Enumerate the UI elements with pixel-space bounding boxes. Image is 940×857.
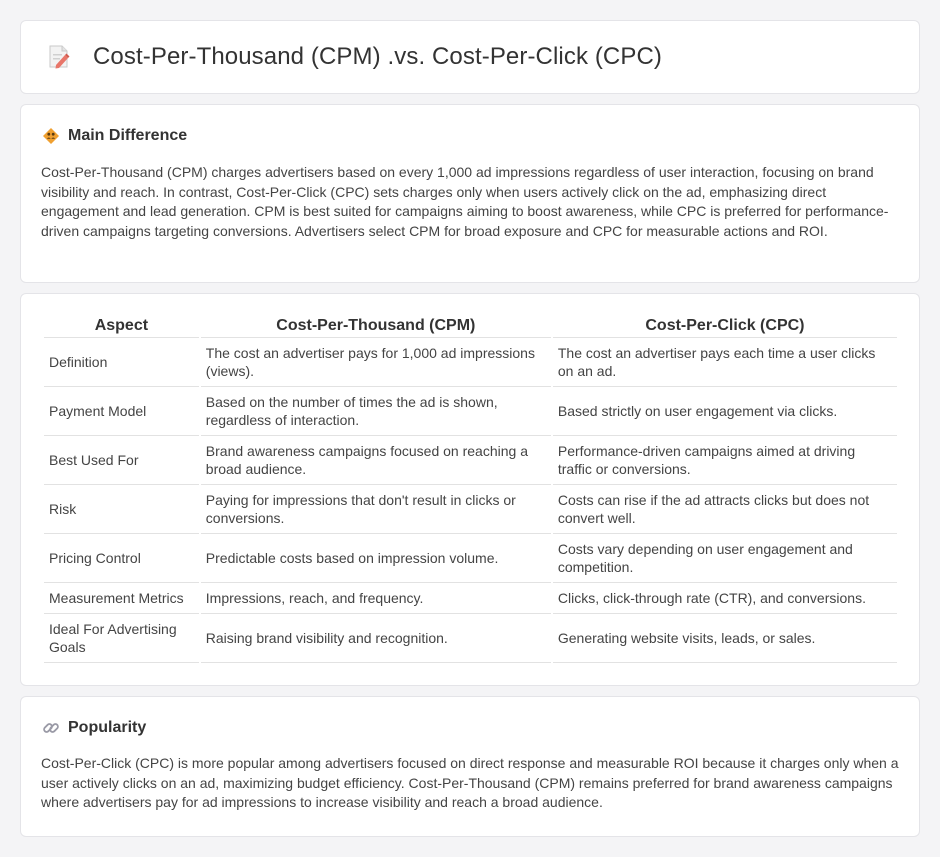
main-difference-text: Cost-Per-Thousand (CPM) charges advertis… <box>41 164 889 239</box>
document-pencil-icon <box>49 45 70 69</box>
cpm-cell: Brand awareness campaigns focused on rea… <box>200 436 551 485</box>
main-difference-header: Main Difference <box>42 127 919 145</box>
cpc-cell: Costs vary depending on user engagement … <box>552 534 897 583</box>
aspect-cell: Measurement Metrics <box>44 583 199 614</box>
cpc-cell: Performance-driven campaigns aimed at dr… <box>552 436 897 485</box>
cpm-cell: Raising brand visibility and recognition… <box>200 614 551 663</box>
header-cpc: Cost-Per-Click (CPC) <box>552 316 897 338</box>
table-row: Definition The cost an advertiser pays f… <box>44 338 897 387</box>
title-card: Cost-Per-Thousand (CPM) .vs. Cost-Per-Cl… <box>20 20 920 94</box>
header-cpm: Cost-Per-Thousand (CPM) <box>200 316 551 338</box>
table-row: Risk Paying for impressions that don't r… <box>44 485 897 534</box>
cpc-cell: The cost an advertiser pays each time a … <box>552 338 897 387</box>
cpc-cell: Clicks, click-through rate (CTR), and co… <box>552 583 897 614</box>
cpm-cell: Predictable costs based on impression vo… <box>200 534 551 583</box>
aspect-cell: Risk <box>44 485 199 534</box>
main-difference-card: Main Difference Cost-Per-Thousand (CPM) … <box>20 104 920 283</box>
cpm-cell: Paying for impressions that don't result… <box>200 485 551 534</box>
diamond-people-icon <box>43 128 59 144</box>
table-row: Measurement Metrics Impressions, reach, … <box>44 583 897 614</box>
cpm-cell: The cost an advertiser pays for 1,000 ad… <box>200 338 551 387</box>
table-row: Ideal For Advertising Goals Raising bran… <box>44 614 897 663</box>
popularity-card: Popularity Cost-Per-Click (CPC) is more … <box>20 696 920 837</box>
table-header-row: Aspect Cost-Per-Thousand (CPM) Cost-Per-… <box>44 316 897 338</box>
table-row: Best Used For Brand awareness campaigns … <box>44 436 897 485</box>
cpc-cell: Based strictly on user engagement via cl… <box>552 387 897 436</box>
popularity-header: Popularity <box>42 719 919 737</box>
popularity-title: Popularity <box>68 719 147 736</box>
main-difference-title: Main Difference <box>68 127 188 144</box>
title-row: Cost-Per-Thousand (CPM) .vs. Cost-Per-Cl… <box>21 21 919 93</box>
popularity-text: Cost-Per-Click (CPC) is more popular amo… <box>41 755 899 810</box>
aspect-cell: Definition <box>44 338 199 387</box>
comparison-card: Aspect Cost-Per-Thousand (CPM) Cost-Per-… <box>20 293 920 686</box>
page-title: Cost-Per-Thousand (CPM) .vs. Cost-Per-Cl… <box>93 43 662 70</box>
table-row: Payment Model Based on the number of tim… <box>44 387 897 436</box>
table-row: Pricing Control Predictable costs based … <box>44 534 897 583</box>
link-icon <box>43 723 59 733</box>
cpm-cell: Impressions, reach, and frequency. <box>200 583 551 614</box>
comparison-table: Aspect Cost-Per-Thousand (CPM) Cost-Per-… <box>42 316 899 663</box>
cpc-cell: Costs can rise if the ad attracts clicks… <box>552 485 897 534</box>
aspect-cell: Ideal For Advertising Goals <box>44 614 199 663</box>
cpm-cell: Based on the number of times the ad is s… <box>200 387 551 436</box>
header-aspect: Aspect <box>44 316 199 338</box>
aspect-cell: Best Used For <box>44 436 199 485</box>
cpc-cell: Generating website visits, leads, or sal… <box>552 614 897 663</box>
aspect-cell: Payment Model <box>44 387 199 436</box>
aspect-cell: Pricing Control <box>44 534 199 583</box>
